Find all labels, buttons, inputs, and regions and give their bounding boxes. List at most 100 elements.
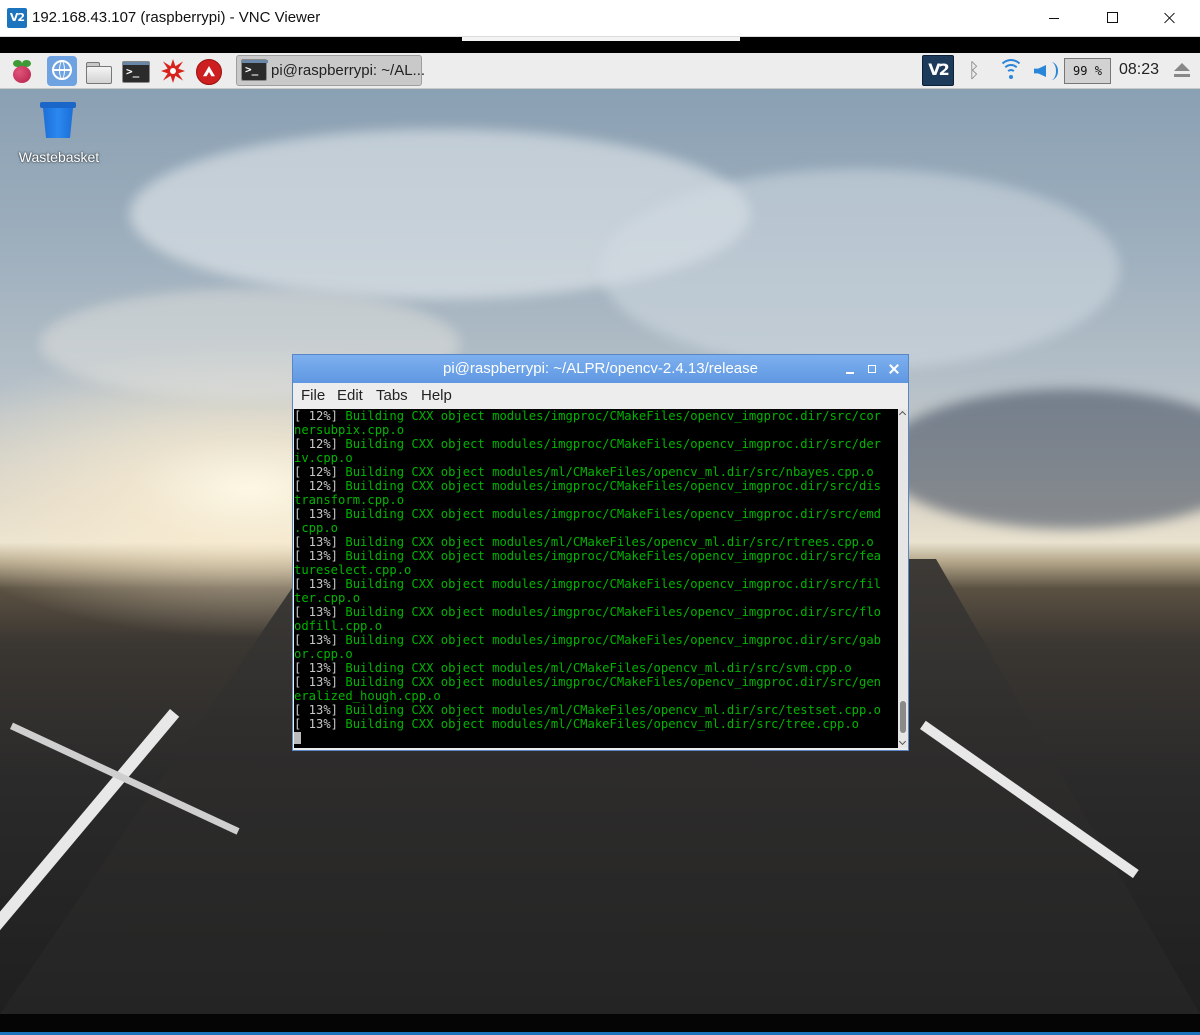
remote-session[interactable]: >_ >_ pi@raspberrypi: ~/AL... V2 ᛒ 99 % … xyxy=(0,37,1200,1035)
terminal-launcher[interactable]: >_ xyxy=(120,56,150,86)
wolfram-launcher[interactable] xyxy=(193,56,223,86)
line-text: Building CXX object modules/imgproc/CMak… xyxy=(345,605,882,619)
vnc-viewer-icon[interactable]: V2 xyxy=(7,8,27,28)
progress-prefix: [ 13%] xyxy=(294,717,346,731)
progress-prefix: [ 13%] xyxy=(294,633,346,647)
line-text: ter.cpp.o xyxy=(294,591,361,605)
terminal-line: ter.cpp.o xyxy=(294,591,898,605)
terminal-line: eralized_hough.cpp.o xyxy=(294,689,898,703)
terminal-line: .cpp.o xyxy=(294,521,898,535)
terminal-line: [ 12%] Building CXX object modules/imgpr… xyxy=(294,479,898,493)
terminal-line: [ 13%] Building CXX object modules/ml/CM… xyxy=(294,703,898,717)
terminal-line: [ 13%] Building CXX object modules/ml/CM… xyxy=(294,661,898,675)
terminal-line: [ 13%] Building CXX object modules/imgpr… xyxy=(294,675,898,689)
terminal-line: [ 13%] Building CXX object modules/imgpr… xyxy=(294,633,898,647)
progress-prefix: [ 13%] xyxy=(294,507,346,521)
wifi-icon[interactable] xyxy=(998,59,1024,81)
terminal-line: [ 13%] Building CXX object modules/imgpr… xyxy=(294,507,898,521)
minimize-button[interactable] xyxy=(1030,0,1080,36)
terminal-line: transform.cpp.o xyxy=(294,493,898,507)
mathematica-launcher[interactable] xyxy=(157,56,187,86)
desktop-icon-label: Wastebasket xyxy=(18,149,100,165)
clock[interactable]: 08:23 xyxy=(1119,61,1159,79)
menu-help[interactable]: Help xyxy=(421,387,452,404)
raspberry-menu-icon xyxy=(11,60,33,84)
line-text: eralized_hough.cpp.o xyxy=(294,689,441,703)
taskbar-item-label: pi@raspberrypi: ~/AL... xyxy=(271,62,426,79)
web-browser-icon xyxy=(52,60,72,80)
progress-prefix: [ 13%] xyxy=(294,675,346,689)
progress-prefix: [ 12%] xyxy=(294,409,346,423)
terminal-minimize-button[interactable] xyxy=(842,361,858,377)
web-browser-launcher[interactable] xyxy=(47,56,77,86)
line-text: nersubpix.cpp.o xyxy=(294,423,405,437)
menu-edit[interactable]: Edit xyxy=(337,387,363,404)
volume-icon[interactable] xyxy=(1032,60,1058,82)
progress-prefix: [ 13%] xyxy=(294,661,346,675)
terminal-line: [ 13%] Building CXX object modules/imgpr… xyxy=(294,605,898,619)
window-title: 192.168.43.107 (raspberrypi) - VNC Viewe… xyxy=(32,9,321,26)
terminal-line: odfill.cpp.o xyxy=(294,619,898,633)
terminal-window[interactable]: pi@raspberrypi: ~/ALPR/opencv-2.4.13/rel… xyxy=(292,354,909,751)
wastebasket-icon xyxy=(40,102,76,138)
terminal-menubar: File Edit Tabs Help xyxy=(293,383,908,409)
scrollbar-thumb[interactable] xyxy=(900,701,906,733)
line-text: or.cpp.o xyxy=(294,647,353,661)
file-manager-icon xyxy=(86,62,112,84)
terminal-maximize-button[interactable] xyxy=(864,361,880,377)
vnc-server-tray-icon[interactable]: V2 xyxy=(922,55,954,86)
line-text: Building CXX object modules/imgproc/CMak… xyxy=(345,549,882,563)
line-text: Building CXX object modules/imgproc/CMak… xyxy=(345,577,882,591)
terminal-output[interactable]: [ 12%] Building CXX object modules/imgpr… xyxy=(294,409,898,748)
terminal-titlebar[interactable]: pi@raspberrypi: ~/ALPR/opencv-2.4.13/rel… xyxy=(293,355,908,383)
terminal-line: tureselect.cpp.o xyxy=(294,563,898,577)
terminal-line: [ 12%] Building CXX object modules/ml/CM… xyxy=(294,465,898,479)
terminal-line: [ 12%] Building CXX object modules/imgpr… xyxy=(294,437,898,451)
lxde-panel: >_ >_ pi@raspberrypi: ~/AL... V2 ᛒ 99 % … xyxy=(0,53,1200,89)
desktop-icon-wastebasket[interactable]: Wastebasket xyxy=(10,99,108,169)
close-button[interactable] xyxy=(1145,0,1195,36)
terminal-prompt-line[interactable] xyxy=(294,731,898,745)
line-text: Building CXX object modules/imgproc/CMak… xyxy=(345,479,882,493)
raspberry-menu-button[interactable] xyxy=(4,56,34,86)
terminal-line: [ 13%] Building CXX object modules/ml/CM… xyxy=(294,717,898,731)
progress-prefix: [ 12%] xyxy=(294,437,346,451)
line-text: Building CXX object modules/imgproc/CMak… xyxy=(345,633,882,647)
maximize-button[interactable] xyxy=(1088,0,1138,36)
eject-icon[interactable] xyxy=(1174,63,1190,77)
progress-prefix: [ 13%] xyxy=(294,549,346,563)
menu-file[interactable]: File xyxy=(301,387,325,404)
line-text: transform.cpp.o xyxy=(294,493,405,507)
line-text: Building CXX object modules/ml/CMakeFile… xyxy=(345,717,859,731)
scroll-up-icon[interactable] xyxy=(898,409,908,419)
bluetooth-icon[interactable]: ᛒ xyxy=(963,58,985,82)
terminal-line: nersubpix.cpp.o xyxy=(294,423,898,437)
line-text: Building CXX object modules/ml/CMakeFile… xyxy=(345,535,874,549)
line-text: Building CXX object modules/imgproc/CMak… xyxy=(345,507,882,521)
progress-prefix: [ 13%] xyxy=(294,703,346,717)
terminal-line: [ 13%] Building CXX object modules/imgpr… xyxy=(294,549,898,563)
menu-tabs[interactable]: Tabs xyxy=(376,387,408,404)
terminal-line: [ 13%] Building CXX object modules/ml/CM… xyxy=(294,535,898,549)
terminal-line: [ 13%] Building CXX object modules/imgpr… xyxy=(294,577,898,591)
line-text: Building CXX object modules/ml/CMakeFile… xyxy=(345,465,874,479)
terminal-title: pi@raspberrypi: ~/ALPR/opencv-2.4.13/rel… xyxy=(443,360,758,377)
terminal-scrollbar[interactable] xyxy=(898,409,908,748)
line-text: tureselect.cpp.o xyxy=(294,563,412,577)
line-text: Building CXX object modules/imgproc/CMak… xyxy=(345,409,882,423)
cpu-usage-monitor[interactable]: 99 % xyxy=(1064,58,1111,84)
scroll-down-icon[interactable] xyxy=(898,738,908,748)
vnc-viewer-titlebar[interactable]: V2 192.168.43.107 (raspberrypi) - VNC Vi… xyxy=(0,0,1200,37)
line-text: Building CXX object modules/ml/CMakeFile… xyxy=(345,703,882,717)
terminal-line: iv.cpp.o xyxy=(294,451,898,465)
taskbar-terminal-button[interactable]: >_ pi@raspberrypi: ~/AL... xyxy=(236,55,426,86)
desktop[interactable]: Wastebasket pi@raspberrypi: ~/ALPR/openc… xyxy=(0,89,1200,1014)
vnc-toolbar-strip[interactable] xyxy=(0,37,1200,53)
file-manager-launcher[interactable] xyxy=(83,56,113,86)
terminal-line: [ 12%] Building CXX object modules/imgpr… xyxy=(294,409,898,423)
mathematica-icon xyxy=(161,59,185,83)
progress-prefix: [ 12%] xyxy=(294,465,346,479)
terminal-close-button[interactable] xyxy=(886,361,902,377)
progress-prefix: [ 13%] xyxy=(294,535,346,549)
line-text: Building CXX object modules/ml/CMakeFile… xyxy=(345,661,852,675)
